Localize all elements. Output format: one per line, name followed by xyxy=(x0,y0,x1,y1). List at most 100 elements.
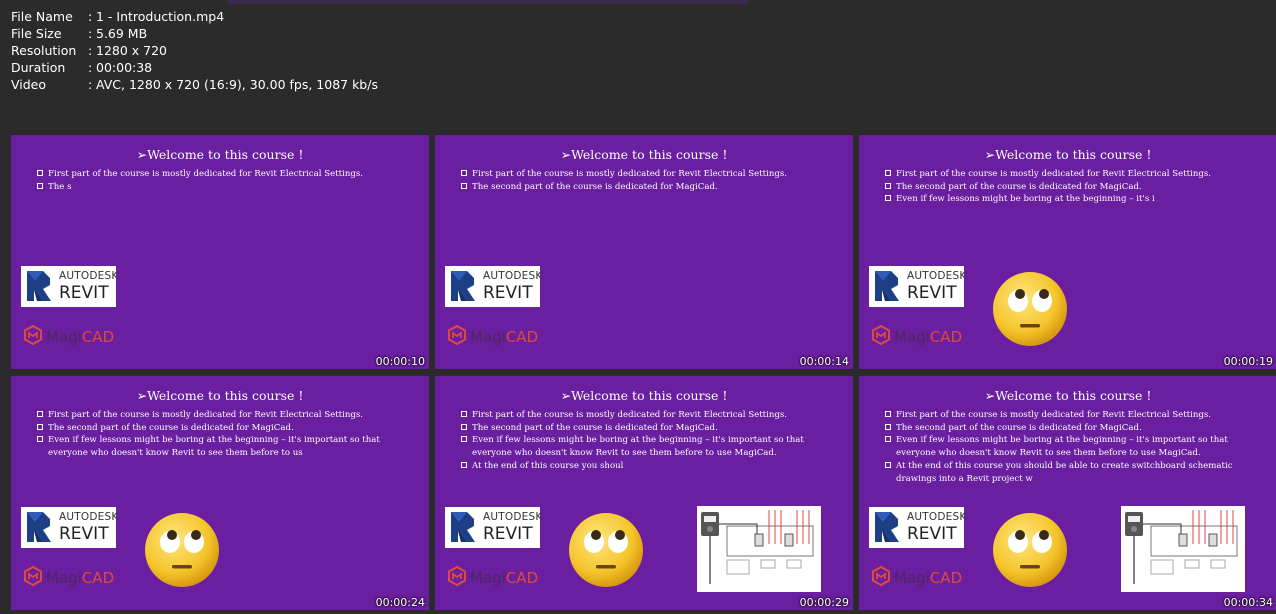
autodesk-revit-logo: AUTODESK REVIT xyxy=(445,266,543,307)
slide-bullet: The second part of the course is dedicat… xyxy=(461,422,841,435)
slide-bullet: Even if few lessons might be boring at t… xyxy=(885,434,1265,459)
file-info-row: Video: AVC, 1280 x 720 (16:9), 30.00 fps,… xyxy=(11,76,378,93)
video-thumbnail[interactable]: ➢Welcome to this course ! First part of t… xyxy=(859,376,1276,610)
revit-brand-text: AUTODESK xyxy=(907,511,967,524)
magicad-logo-text-cad: CAD xyxy=(505,569,539,587)
slide-bullet: The second part of the course is dedicat… xyxy=(461,181,841,194)
magicad-logo: MagiCAD xyxy=(447,324,539,349)
slide-bullet-list: First part of the course is mostly dedic… xyxy=(37,409,417,460)
thumbnail-timestamp: 00:00:34 xyxy=(1223,596,1273,609)
top-preview-strip xyxy=(228,0,748,4)
revit-name-text: REVIT xyxy=(907,282,957,303)
magicad-logo-icon xyxy=(23,324,43,349)
thumbnail-timestamp: 00:00:24 xyxy=(375,596,425,609)
slide-bullet: First part of the course is mostly dedic… xyxy=(461,168,841,181)
file-info-key: File Size xyxy=(11,26,62,41)
slide-bullet: Even if few lessons might be boring at t… xyxy=(461,434,841,459)
magicad-logo-text-cad: CAD xyxy=(929,569,963,587)
slide-bullet: The s xyxy=(37,181,417,194)
revit-name-text: REVIT xyxy=(483,282,533,303)
file-info-key: File Name xyxy=(11,9,73,24)
slide-bullet-list: First part of the course is mostly dedic… xyxy=(885,409,1265,485)
revit-name-text: REVIT xyxy=(907,523,957,544)
slide-title: ➢Welcome to this course ! xyxy=(136,147,304,162)
autodesk-revit-logo: AUTODESK REVIT xyxy=(445,507,542,548)
file-info-row: Resolution:1280 x 720 xyxy=(11,42,378,59)
slide-bullet: First part of the course is mostly dedic… xyxy=(885,168,1265,181)
magicad-logo-icon xyxy=(447,324,467,349)
slide-bullet-list: First part of the course is mostly dedic… xyxy=(37,168,417,193)
revit-logo-icon xyxy=(869,508,905,548)
file-info-panel: File Name:1 - Introduction.mp4 File Size:… xyxy=(11,8,378,93)
file-info-value: 00:00:38 xyxy=(96,60,153,75)
file-info-separator: : xyxy=(88,26,93,41)
revit-logo-icon xyxy=(869,267,905,307)
magicad-logo: MagiCAD xyxy=(871,565,963,590)
video-thumbnail[interactable]: ➢Welcome to this course ! First part of t… xyxy=(435,135,853,369)
file-info-row: File Size:5.69 MB xyxy=(11,25,378,42)
magicad-logo-text-magi: Magi xyxy=(46,569,82,587)
slide-title: ➢Welcome to this course ! xyxy=(984,147,1152,162)
eye-roll-emoji-icon xyxy=(992,512,1068,588)
slide-title: ➢Welcome to this course ! xyxy=(984,388,1152,403)
file-info-key: Video xyxy=(11,77,47,92)
magicad-logo-text-magi: Magi xyxy=(894,569,930,587)
magicad-logo-text-magi: Magi xyxy=(894,328,930,346)
slide-bullet: First part of the course is mostly dedic… xyxy=(37,409,417,422)
revit-logo-icon xyxy=(445,508,481,548)
slide-bullet: First part of the course is mostly dedic… xyxy=(461,409,841,422)
file-info-key: Duration xyxy=(11,60,66,75)
file-info-value: AVC, 1280 x 720 (16:9), 30.00 fps, 1087 … xyxy=(96,77,378,92)
magicad-logo-text-cad: CAD xyxy=(929,328,963,346)
revit-name-text: REVIT xyxy=(59,523,109,544)
magicad-logo-icon xyxy=(23,565,43,590)
slide-bullet: At the end of this course you shoul xyxy=(461,460,841,473)
video-thumbnail[interactable]: ➢Welcome to this course ! First part of t… xyxy=(11,376,429,610)
revit-logo-icon xyxy=(21,508,57,548)
magicad-logo-text-magi: Magi xyxy=(470,328,506,346)
revit-logo-icon xyxy=(445,267,481,307)
magicad-logo-icon xyxy=(871,565,891,590)
file-info-value: 1280 x 720 xyxy=(96,43,168,58)
file-info-key: Resolution xyxy=(11,43,77,58)
magicad-logo-text-magi: Magi xyxy=(470,569,506,587)
file-info-separator: : xyxy=(88,77,93,92)
magicad-logo: MagiCAD xyxy=(23,565,115,590)
thumbnail-timestamp: 00:00:14 xyxy=(799,355,849,368)
slide-title: ➢Welcome to this course ! xyxy=(560,147,728,162)
magicad-logo-text-cad: CAD xyxy=(505,328,539,346)
slide-bullet: The second part of the course is dedicat… xyxy=(885,181,1265,194)
revit-brand-text: AUTODESK xyxy=(59,511,119,524)
autodesk-revit-logo: AUTODESK REVIT xyxy=(869,266,967,307)
magicad-logo-text-cad: CAD xyxy=(81,569,115,587)
slide-bullet: At the end of this course you should be … xyxy=(885,460,1265,485)
file-info-row: File Name:1 - Introduction.mp4 xyxy=(11,8,378,25)
thumbnail-timestamp: 00:00:29 xyxy=(799,596,849,609)
thumbnail-timestamp: 00:00:19 xyxy=(1223,355,1273,368)
thumbnail-timestamp: 00:00:10 xyxy=(375,355,425,368)
file-info-separator: : xyxy=(88,9,93,24)
autodesk-revit-logo: AUTODESK REVIT xyxy=(21,507,119,548)
switchboard-diagram-image xyxy=(697,506,821,592)
slide-bullet: Even if few lessons might be boring at t… xyxy=(885,193,1265,206)
video-thumbnail[interactable]: ➢Welcome to this course ! First part of t… xyxy=(11,135,429,369)
slide-bullet-list: First part of the course is mostly dedic… xyxy=(461,168,841,193)
switchboard-diagram-image xyxy=(1121,506,1245,592)
revit-name-text: REVIT xyxy=(59,282,109,303)
file-info-separator: : xyxy=(88,60,93,75)
revit-brand-text: AUTODESK xyxy=(907,270,967,283)
slide-title: ➢Welcome to this course ! xyxy=(560,388,728,403)
video-thumbnail[interactable]: ➢Welcome to this course ! First part of t… xyxy=(435,376,853,610)
revit-brand-text: AUTODESK xyxy=(483,270,543,283)
slide-bullet-list: First part of the course is mostly dedic… xyxy=(885,168,1265,206)
magicad-logo: MagiCAD xyxy=(447,565,539,590)
revit-name-text: REVIT xyxy=(483,523,533,544)
slide-bullet: Even if few lessons might be boring at t… xyxy=(37,434,417,459)
file-info-value: 1 - Introduction.mp4 xyxy=(96,9,225,24)
eye-roll-emoji-icon xyxy=(568,512,644,588)
video-thumbnail[interactable]: ➢Welcome to this course ! First part of t… xyxy=(859,135,1276,369)
autodesk-revit-logo: AUTODESK REVIT xyxy=(21,266,118,307)
file-info-separator: : xyxy=(88,43,93,58)
slide-bullet: The second part of the course is dedicat… xyxy=(885,422,1265,435)
eye-roll-emoji-icon xyxy=(992,271,1068,347)
